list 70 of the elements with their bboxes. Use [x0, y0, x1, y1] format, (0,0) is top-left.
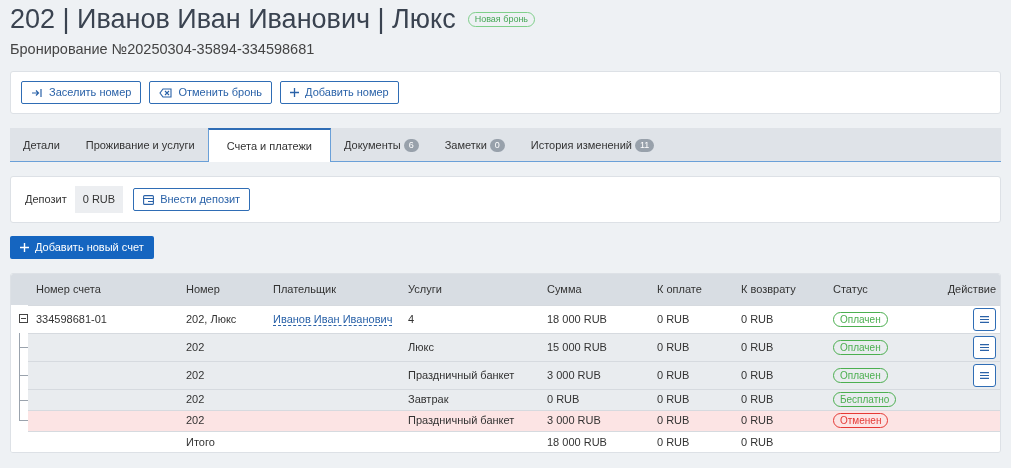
- services-cell: Праздничный банкет: [408, 368, 515, 381]
- amount-cell: 0 RUB: [547, 393, 580, 406]
- amount-cell: 0 RUB: [741, 414, 774, 427]
- page-title: 202 | Иванов Иван Иванович | Люкс: [10, 3, 456, 36]
- count-badge: 0: [489, 138, 505, 152]
- count-badge: 6: [403, 138, 419, 152]
- collapse-icon[interactable]: [19, 313, 28, 323]
- menu-icon: [980, 371, 989, 379]
- amount-cell: 0 RUB: [741, 340, 774, 353]
- count-badge: 11: [634, 138, 655, 152]
- amount-cell: 0 RUB: [741, 393, 774, 406]
- column-header: К возврату: [741, 283, 796, 296]
- booking-number: Бронирование №20250304-35894-334598681: [10, 40, 316, 60]
- column-header: Статус: [833, 283, 868, 296]
- tab[interactable]: Документы 6: [331, 128, 432, 162]
- amount-cell: 0 RUB: [741, 312, 774, 325]
- amount-cell: 0 RUB: [657, 340, 690, 353]
- menu-button[interactable]: [973, 335, 996, 359]
- services-cell: Завтрак: [408, 393, 449, 406]
- services-cell: Люкс: [408, 340, 434, 353]
- action-button[interactable]: Отменить бронь: [149, 81, 273, 105]
- tab[interactable]: Заметки 0: [431, 128, 518, 162]
- column-header: Номер счета: [36, 283, 101, 296]
- column-header: Сумма: [547, 283, 582, 296]
- tab[interactable]: История изменений 11: [517, 128, 668, 162]
- deposit-button[interactable]: Внести депозит: [133, 188, 251, 212]
- add-invoice-button[interactable]: Добавить новый счет: [10, 236, 154, 260]
- deposit-amount: 0 RUB: [74, 186, 124, 213]
- services-cell: Праздничный банкет: [408, 414, 515, 427]
- menu-button[interactable]: [973, 363, 996, 387]
- action-button[interactable]: Заселить номер: [21, 81, 142, 105]
- room-cell: 202: [186, 393, 205, 406]
- column-header: К оплате: [657, 283, 702, 296]
- amount-cell: 0 RUB: [741, 368, 774, 381]
- column-header: Номер: [186, 283, 220, 296]
- amount-cell: 0 RUB: [657, 435, 690, 448]
- column-header: Плательщик: [273, 283, 337, 296]
- deposit-label: Депозит: [25, 192, 67, 208]
- room-cell: 202, Люкс: [186, 312, 237, 325]
- column-header: Действие: [947, 283, 996, 296]
- room-cell: 202: [186, 414, 205, 427]
- menu-icon: [980, 315, 989, 323]
- amount-cell: 0 RUB: [741, 435, 774, 448]
- amount-cell: 15 000 RUB: [547, 340, 607, 353]
- wallet-icon: [143, 194, 155, 205]
- amount-cell: 3 000 RUB: [547, 368, 601, 381]
- backspace-icon: [159, 87, 173, 98]
- tab[interactable]: Счета и платежи: [207, 128, 331, 163]
- menu-button[interactable]: [973, 307, 996, 331]
- plus-icon: [290, 88, 300, 98]
- invoice-number: 334598681-01: [36, 312, 107, 325]
- column-header: Услуги: [408, 283, 442, 296]
- services-cell: 4: [408, 312, 415, 325]
- amount-cell: 3 000 RUB: [547, 414, 601, 427]
- amount-cell: 0 RUB: [657, 368, 690, 381]
- amount-cell: 18 000 RUB: [547, 312, 607, 325]
- plus-icon: [20, 243, 29, 253]
- enter-icon: [31, 87, 43, 98]
- tab[interactable]: Проживание и услуги: [72, 128, 208, 162]
- amount-cell: 0 RUB: [657, 414, 690, 427]
- room-cell: 202: [186, 368, 205, 381]
- total-label: Итого: [186, 435, 215, 448]
- menu-icon: [980, 343, 989, 351]
- room-cell: 202: [186, 340, 205, 353]
- tab[interactable]: Детали: [10, 128, 73, 162]
- payer-link[interactable]: Иванов Иван Иванович: [273, 312, 393, 326]
- action-button[interactable]: Добавить номер: [280, 81, 399, 105]
- amount-cell: 0 RUB: [657, 312, 690, 325]
- amount-cell: 0 RUB: [657, 393, 690, 406]
- amount-cell: 18 000 RUB: [547, 435, 607, 448]
